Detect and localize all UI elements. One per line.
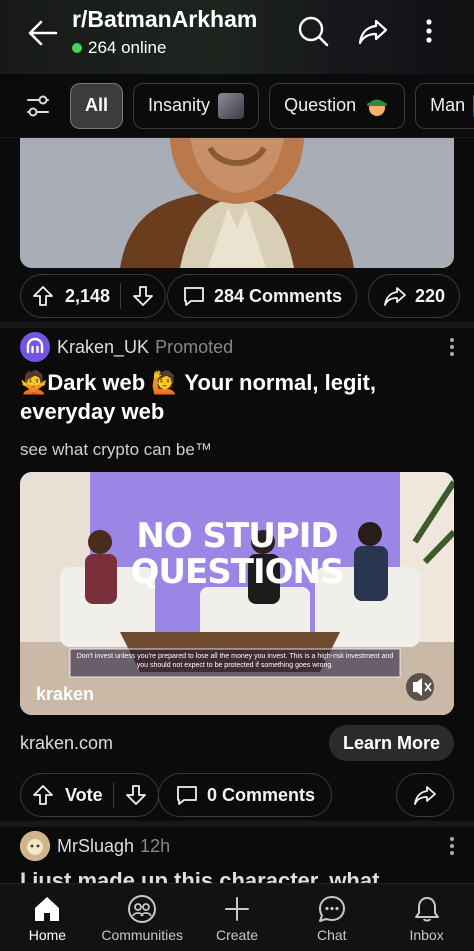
filter-chip-question[interactable]: Question bbox=[269, 82, 406, 129]
downvote-icon[interactable] bbox=[124, 783, 148, 807]
filter-settings-icon[interactable] bbox=[20, 88, 56, 124]
ad-title-line: everyday web bbox=[20, 399, 165, 424]
kraken-logo-icon bbox=[26, 337, 44, 354]
share-count: 220 bbox=[415, 285, 446, 306]
filter-chip-all[interactable]: All bbox=[70, 82, 124, 129]
post3-author[interactable]: MrSluagh 12h bbox=[57, 836, 170, 857]
ad-domain[interactable]: kraken.com bbox=[20, 733, 113, 754]
ad-disclaimer: Don't invest unless you're prepared to l… bbox=[76, 653, 394, 669]
post-divider bbox=[0, 322, 474, 328]
comments-count: 284 Comments bbox=[214, 285, 343, 306]
riddler-thumbnail bbox=[367, 99, 388, 116]
promoted-label: Promoted bbox=[155, 337, 234, 357]
learn-more-button[interactable]: Learn More bbox=[328, 725, 454, 761]
nav-inbox[interactable]: Inbox bbox=[382, 893, 472, 943]
ad-video-frame bbox=[20, 472, 454, 715]
communities-icon bbox=[128, 894, 157, 923]
vote-divider bbox=[112, 782, 114, 808]
post3-author-name: MrSluagh bbox=[57, 836, 135, 856]
comment-icon bbox=[184, 287, 204, 306]
bottom-navigation: Home Communities Create Chat Inbox bbox=[0, 883, 474, 951]
ad-comments-button[interactable]: 0 Comments bbox=[158, 773, 333, 817]
filter-chip-insanity[interactable]: Insanity bbox=[133, 82, 260, 129]
nav-label: Chat bbox=[316, 926, 347, 943]
ad-vote-control: Vote bbox=[20, 773, 159, 817]
comment-icon bbox=[177, 786, 197, 805]
ad-title-line: 🙅Dark web 🙋 Your normal, legit, bbox=[20, 370, 376, 395]
kraken-avatar[interactable] bbox=[20, 332, 50, 362]
vote-label: Vote bbox=[65, 784, 103, 805]
online-label: 264 online bbox=[88, 38, 167, 57]
ad-subtitle: see what crypto can be™ bbox=[20, 440, 212, 459]
upvote-icon[interactable] bbox=[31, 284, 55, 308]
vote-divider bbox=[120, 283, 122, 309]
nav-label: Create bbox=[215, 926, 258, 943]
comments-count: 0 Comments bbox=[207, 784, 316, 805]
flair-filter-bar: All Insanity Question Man bbox=[0, 74, 474, 138]
share-icon[interactable] bbox=[356, 14, 390, 48]
user-avatar-icon bbox=[20, 831, 50, 861]
subreddit-header: r/BatmanArkham 264 online bbox=[0, 0, 474, 74]
ad-title[interactable]: 🙅Dark web 🙋 Your normal, legit, everyday… bbox=[20, 368, 450, 426]
filter-chip-label: Question bbox=[284, 95, 357, 115]
share-button[interactable]: 220 bbox=[368, 274, 461, 318]
ad-author-name: Kraken_UK bbox=[57, 337, 150, 357]
joker-thumbnail bbox=[218, 92, 245, 119]
post-divider bbox=[0, 821, 474, 827]
ad-video[interactable]: NO STUPID QUESTIONS Don't invest unless … bbox=[20, 472, 454, 715]
more-vertical-icon[interactable] bbox=[412, 14, 446, 48]
back-arrow-icon[interactable] bbox=[26, 16, 60, 50]
nav-create[interactable]: Create bbox=[192, 893, 282, 943]
post3-more-icon[interactable] bbox=[448, 835, 456, 857]
bell-icon bbox=[414, 896, 439, 921]
online-count: 264 online bbox=[72, 38, 166, 58]
filter-chip-label: All bbox=[85, 95, 109, 115]
plus-icon bbox=[224, 896, 249, 921]
share-icon bbox=[384, 287, 406, 306]
post-image-illustration bbox=[20, 138, 454, 268]
share-icon bbox=[414, 786, 436, 805]
comments-button[interactable]: 284 Comments bbox=[167, 274, 358, 318]
filter-chip-man[interactable]: Man bbox=[415, 82, 474, 129]
nav-label: Communities bbox=[101, 926, 184, 943]
mrsluagh-avatar[interactable] bbox=[20, 831, 50, 861]
filter-chip-label: Man bbox=[430, 95, 466, 115]
ad-video-headline: NO STUPID QUESTIONS bbox=[20, 518, 454, 590]
search-icon[interactable] bbox=[296, 14, 330, 48]
upvote-icon[interactable] bbox=[31, 783, 55, 807]
nav-chat[interactable]: Chat bbox=[287, 893, 377, 943]
post3-age: 12h bbox=[140, 836, 171, 856]
ad-video-headline-line: QUESTIONS bbox=[130, 552, 345, 592]
ad-share-button[interactable] bbox=[396, 773, 454, 817]
kraken-watermark: kraken bbox=[36, 684, 95, 704]
nav-communities[interactable]: Communities bbox=[97, 893, 187, 943]
subreddit-title[interactable]: r/BatmanArkham bbox=[72, 6, 257, 33]
vote-control: 2,148 bbox=[20, 274, 167, 318]
nav-home[interactable]: Home bbox=[2, 893, 92, 943]
post-image[interactable] bbox=[20, 138, 454, 268]
chat-icon bbox=[318, 895, 345, 922]
filter-chip-label: Insanity bbox=[148, 95, 211, 115]
nav-label: Inbox bbox=[409, 926, 444, 943]
upvote-count: 2,148 bbox=[65, 285, 111, 306]
downvote-icon[interactable] bbox=[131, 284, 155, 308]
ad-more-icon[interactable] bbox=[448, 336, 456, 358]
home-icon bbox=[35, 896, 60, 921]
online-dot-icon bbox=[72, 43, 82, 53]
ad-video-headline-line: NO STUPID bbox=[136, 516, 338, 556]
ad-author[interactable]: Kraken_UK Promoted bbox=[57, 337, 233, 358]
nav-label: Home bbox=[28, 926, 67, 943]
